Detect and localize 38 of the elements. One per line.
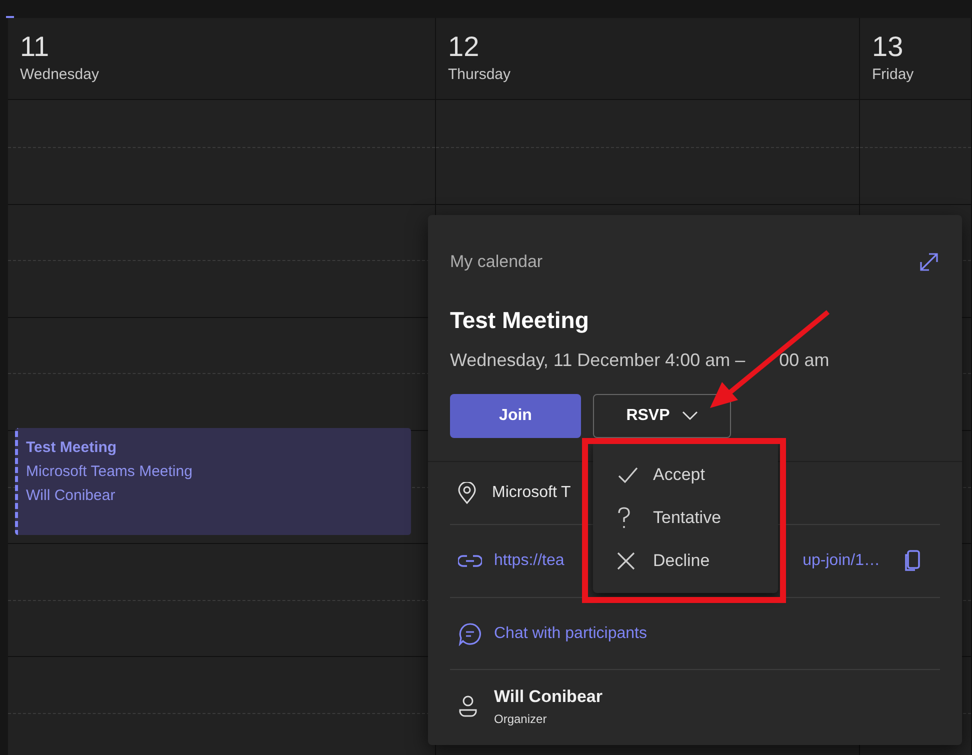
menu-label: Decline (653, 550, 710, 572)
weekday: Thursday (448, 65, 512, 85)
chat-icon (458, 622, 482, 646)
event-detail: Will Conibear (26, 486, 116, 506)
organizer-role: Organizer (494, 710, 548, 728)
organizer-name: Will Conibear (494, 686, 602, 708)
chevron-down-icon (682, 411, 698, 421)
expand-icon[interactable] (918, 250, 940, 273)
weekday: Friday (872, 65, 915, 85)
menu-item[interactable]: Accept (593, 453, 778, 496)
chat-link[interactable]: Chat with participants (494, 622, 647, 646)
day-number: 12 (448, 30, 480, 64)
join-button[interactable]: Join (450, 394, 581, 438)
menu-label: Accept (653, 464, 705, 486)
link-icon (458, 554, 482, 568)
event-detail: Microsoft Teams Meeting (26, 462, 194, 482)
day-number: 11 (20, 30, 50, 64)
menu-label: Tentative (653, 506, 722, 529)
event-title: Test Meeting (449, 306, 590, 335)
check-icon (617, 466, 639, 484)
question-icon (617, 506, 631, 528)
rsvp-button[interactable]: RSVP (593, 394, 731, 438)
event-time: 00 am (779, 349, 830, 372)
event-time: Wednesday, 11 December 4:00 am – (450, 349, 746, 372)
close-icon (617, 552, 635, 570)
day-number: 13 (872, 30, 904, 64)
weekday: Wednesday (20, 65, 100, 85)
copy-icon[interactable] (904, 550, 920, 572)
event-card[interactable]: Test Meeting Microsoft Teams Meeting Will Conibear (15, 428, 411, 535)
event-title: Test Meeting (26, 438, 118, 458)
menu-item[interactable]: Decline (593, 539, 778, 582)
meeting-link[interactable]: up-join/1… (802, 549, 880, 573)
meeting-link[interactable]: https://tea (494, 549, 564, 573)
location-pin-icon (458, 482, 476, 504)
menu-item[interactable]: Tentative (593, 496, 778, 539)
location-text: Microsoft T (492, 483, 571, 503)
person-icon (458, 694, 478, 718)
calendar-name: My calendar (450, 251, 543, 273)
